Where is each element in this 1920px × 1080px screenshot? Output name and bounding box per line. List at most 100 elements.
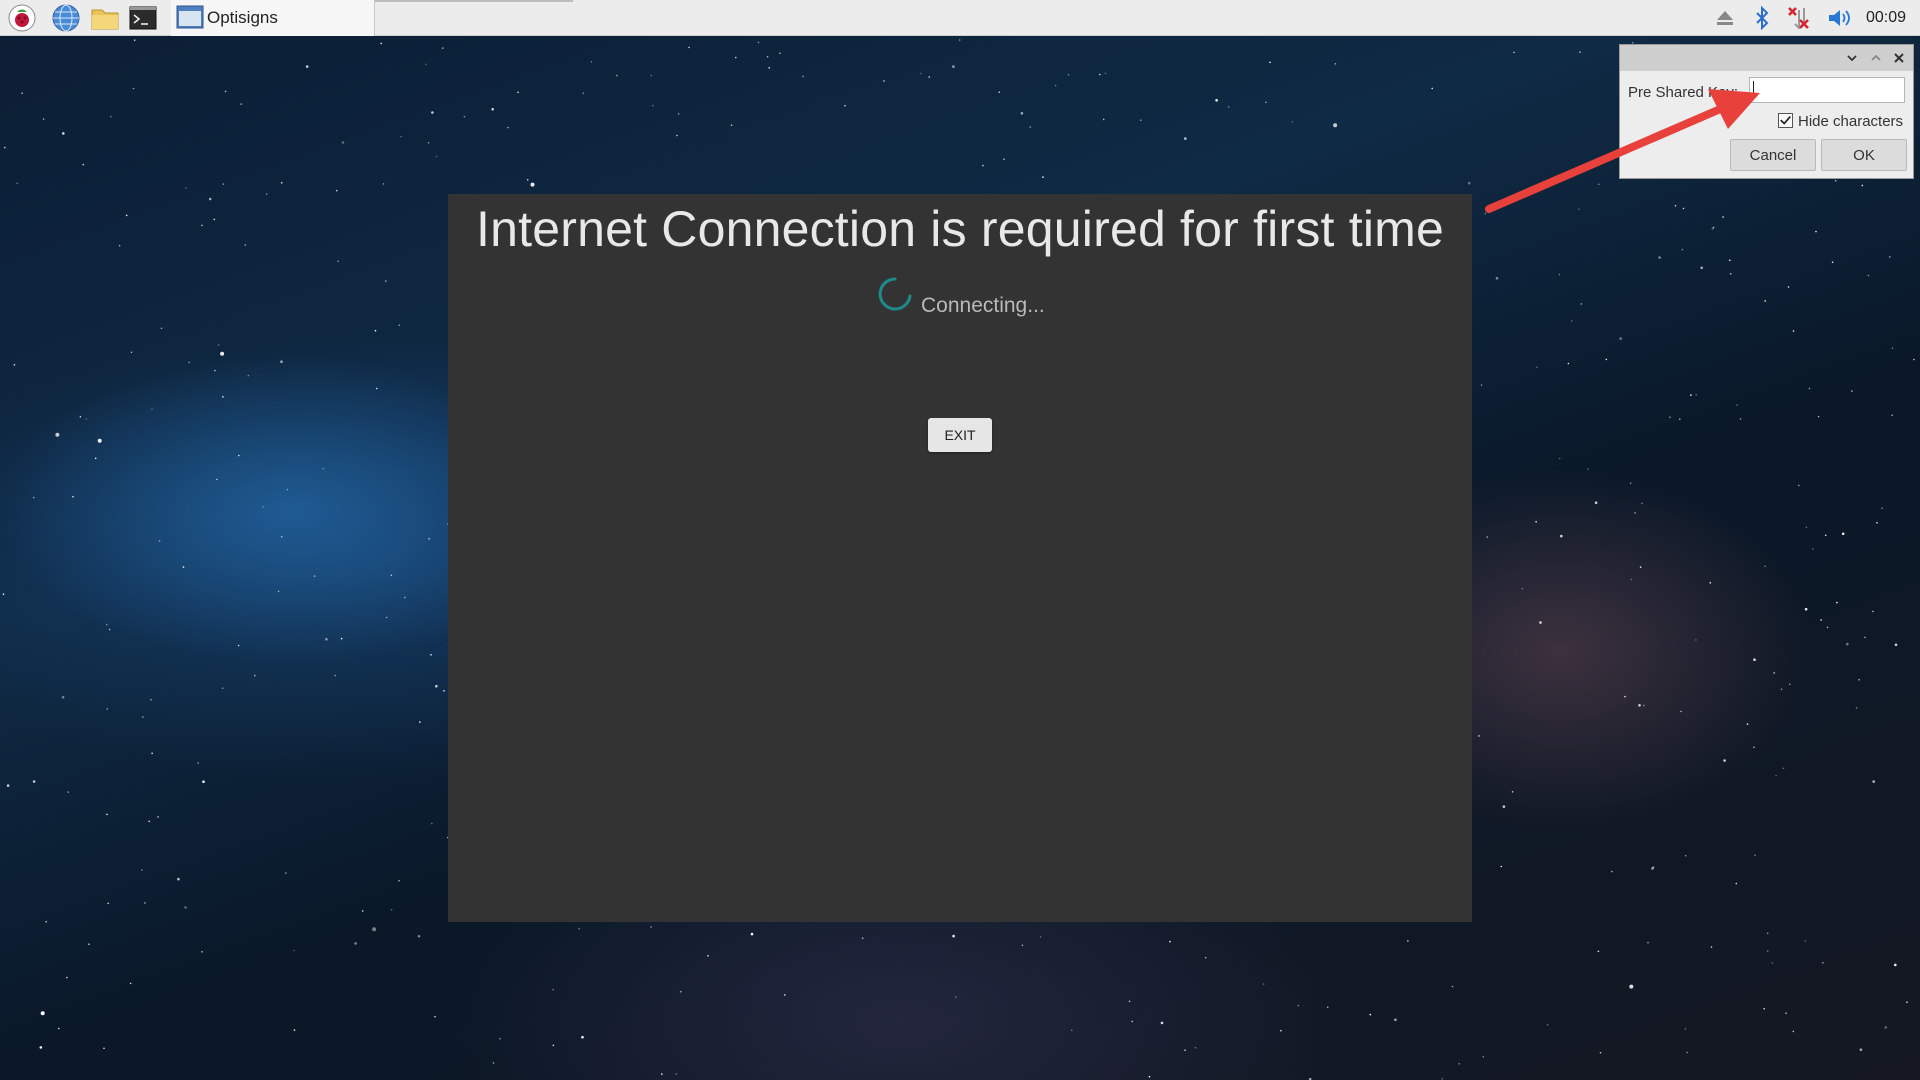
- raspberry-menu-icon[interactable]: [7, 3, 37, 33]
- star: [150, 698, 152, 701]
- terminal-icon[interactable]: [128, 3, 158, 33]
- star: [688, 46, 690, 49]
- star: [305, 65, 309, 68]
- star: [221, 687, 224, 689]
- star: [177, 877, 180, 881]
- maximize-icon[interactable]: [1867, 49, 1885, 67]
- star: [201, 224, 203, 227]
- close-icon[interactable]: [1890, 49, 1908, 67]
- star: [1042, 176, 1044, 178]
- star: [1736, 404, 1738, 406]
- star: [16, 182, 19, 185]
- star: [42, 118, 45, 120]
- star: [1558, 457, 1561, 460]
- psk-input[interactable]: [1749, 77, 1905, 103]
- star: [419, 721, 421, 723]
- star: [1128, 1000, 1131, 1003]
- star: [157, 816, 159, 818]
- web-browser-icon[interactable]: [51, 3, 81, 33]
- star: [334, 674, 337, 677]
- star: [1891, 414, 1893, 417]
- star: [1804, 940, 1807, 942]
- star: [184, 906, 187, 909]
- window-icon: [176, 5, 204, 29]
- star: [340, 637, 343, 640]
- star: [431, 111, 434, 114]
- eject-icon[interactable]: [1712, 5, 1738, 31]
- star: [1858, 678, 1860, 681]
- star: [1652, 866, 1655, 868]
- star: [1739, 418, 1742, 420]
- star: [958, 39, 961, 41]
- star: [1824, 534, 1827, 537]
- star: [954, 996, 957, 998]
- dialog-titlebar[interactable]: [1620, 45, 1913, 71]
- star: [492, 1062, 495, 1064]
- ok-button[interactable]: OK: [1821, 139, 1907, 171]
- star: [1587, 468, 1589, 470]
- star: [1841, 532, 1845, 536]
- star: [1787, 286, 1790, 288]
- star: [1711, 228, 1714, 230]
- star: [1695, 639, 1697, 641]
- star: [240, 103, 242, 105]
- star: [1148, 1075, 1151, 1078]
- star: [1891, 347, 1894, 350]
- star: [247, 374, 250, 377]
- star: [1067, 73, 1070, 76]
- star: [1521, 587, 1524, 590]
- page-title: Internet Connection is required for firs…: [476, 201, 1444, 257]
- star: [1686, 1051, 1688, 1054]
- star: [1700, 266, 1703, 270]
- taskbar-window-optisigns[interactable]: Optisigns: [171, 0, 375, 36]
- network-disconnected-icon[interactable]: [1785, 5, 1811, 31]
- star: [293, 949, 295, 952]
- star: [222, 183, 225, 185]
- star: [188, 361, 190, 364]
- exit-button[interactable]: EXIT: [928, 418, 992, 452]
- star: [106, 813, 108, 816]
- star: [404, 596, 406, 599]
- star: [952, 65, 955, 68]
- star: [72, 495, 74, 498]
- star: [578, 928, 580, 930]
- status-text: Connecting...: [921, 294, 1045, 317]
- file-manager-icon[interactable]: [90, 3, 120, 33]
- star: [262, 506, 265, 508]
- star: [293, 1029, 296, 1031]
- star: [1846, 642, 1849, 646]
- star: [1771, 962, 1774, 964]
- optisigns-window: Internet Connection is required for firs…: [448, 194, 1472, 922]
- clock: 00:09: [1866, 9, 1907, 26]
- star: [1333, 123, 1338, 128]
- star: [675, 1073, 678, 1075]
- star: [32, 780, 36, 783]
- star: [552, 988, 554, 991]
- star: [67, 791, 70, 793]
- star: [85, 418, 88, 420]
- star: [1630, 578, 1633, 581]
- star: [1775, 774, 1777, 777]
- star: [2, 593, 5, 595]
- star: [1817, 415, 1820, 418]
- minimize-icon[interactable]: [1843, 49, 1861, 67]
- star: [650, 74, 652, 77]
- star: [1867, 274, 1870, 277]
- star: [21, 92, 24, 94]
- star: [430, 654, 432, 656]
- star: [1334, 63, 1337, 65]
- star: [151, 408, 153, 411]
- star: [735, 56, 737, 59]
- star: [213, 218, 216, 221]
- star: [142, 716, 144, 718]
- bluetooth-icon[interactable]: [1749, 5, 1775, 31]
- volume-icon[interactable]: [1826, 5, 1852, 31]
- star: [224, 90, 227, 93]
- star: [1535, 520, 1537, 523]
- star: [182, 566, 185, 568]
- star: [443, 690, 445, 692]
- star: [507, 126, 509, 129]
- star: [750, 932, 754, 936]
- hide-characters-checkbox[interactable]: [1778, 113, 1793, 128]
- taskbar: Optisigns 00:09: [0, 0, 1920, 36]
